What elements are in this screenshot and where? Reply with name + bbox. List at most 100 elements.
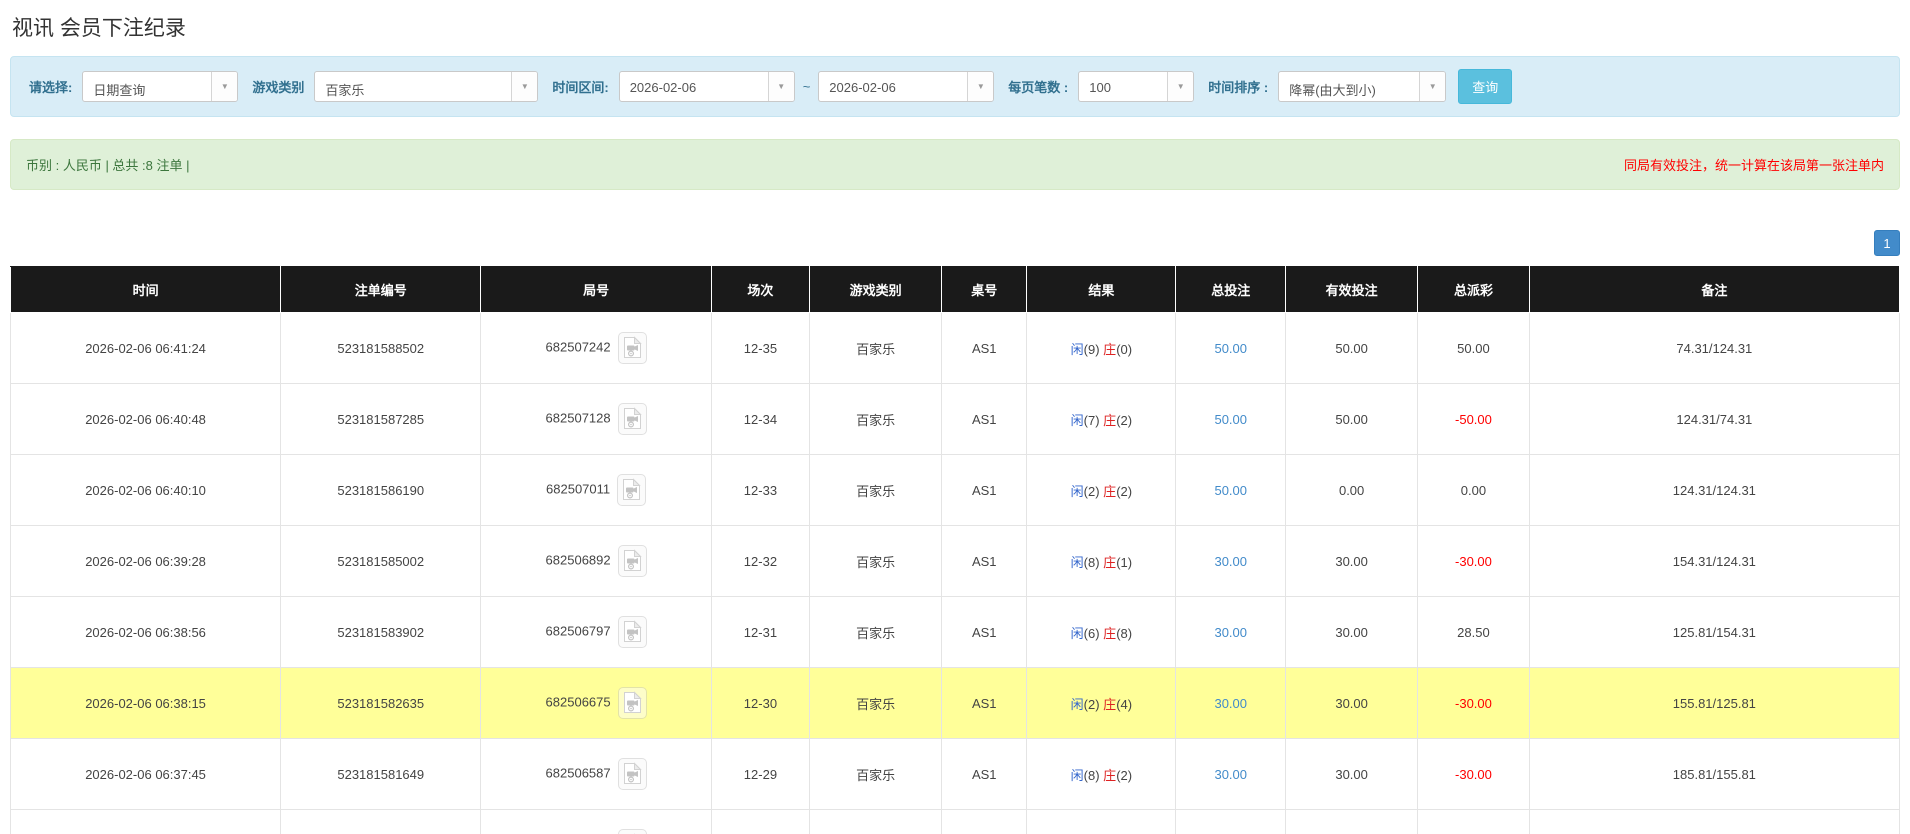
video-replay-icon [623, 620, 642, 642]
banker-result-value: (0) [1116, 341, 1133, 357]
cell-valid-bet: 30.00 [1285, 738, 1419, 810]
cell-table-no: AS1 [941, 809, 1028, 834]
filter-bar: 请选择: 日期查询 ▼ 游戏类别 百家乐 ▼ 时间区间: 2026-02-06 … [10, 56, 1900, 117]
select-type-label: 请选择: [29, 80, 73, 95]
cell-payout: 28.50 [1417, 596, 1530, 668]
video-replay-button[interactable] [617, 687, 647, 719]
game-type-select[interactable]: 百家乐 ▼ [314, 71, 539, 102]
cell-remark: 124.31/124.31 [1528, 454, 1901, 526]
column-header: 游戏类别 [809, 266, 943, 313]
cell-remark: 124.31/74.31 [1528, 383, 1901, 455]
cell-valid-bet: 30.00 [1285, 667, 1419, 739]
total-bet-link[interactable]: 50.00 [1214, 483, 1247, 498]
banker-result-label: 庄 [1103, 625, 1117, 641]
table-body: 2026-02-06 06:41:24 523181588502 682507242… [9, 312, 1901, 834]
cell-remark: 155.81/125.81 [1528, 667, 1901, 739]
cell-result: 闲(8) 庄(1) [1026, 525, 1177, 597]
per-page-value: 100 [1089, 80, 1111, 95]
video-replay-button[interactable] [617, 545, 647, 577]
total-bet-link[interactable]: 30.00 [1214, 625, 1247, 640]
total-bet-link[interactable]: 50.00 [1214, 412, 1247, 427]
banker-result-label: 庄 [1103, 483, 1117, 499]
round-number: 682507242 [545, 339, 611, 355]
cell-valid-bet: 20.00 [1285, 809, 1419, 834]
column-header: 总派彩 [1417, 266, 1530, 313]
date-to-value: 2026-02-06 [829, 80, 896, 95]
cell-round: 682506892 [480, 525, 712, 597]
cell-result: 闲(2) 庄(2) [1026, 454, 1177, 526]
cell-time: 2026-02-06 06:37:07 [9, 809, 282, 834]
video-replay-icon [623, 762, 642, 784]
total-bet-link[interactable]: 30.00 [1214, 767, 1247, 782]
table-row: 2026-02-06 06:38:15 523181582635 682506675… [9, 667, 1901, 739]
range-separator: ~ [802, 79, 811, 94]
total-bet-link[interactable]: 50.00 [1214, 341, 1247, 356]
table-row: 2026-02-06 06:37:07523181580432682506479… [9, 809, 1901, 834]
table-header-row: 时间 注单编号 局号 场次 游戏类别 桌号 结果 总投注 有效投注 总派彩 备注 [9, 266, 1901, 313]
cell-session: 12-34 [710, 383, 811, 455]
column-header: 有效投注 [1285, 266, 1419, 313]
video-replay-icon [623, 336, 642, 358]
total-bet-link[interactable]: 30.00 [1214, 554, 1247, 569]
sort-select[interactable]: 降幂(由大到小) ▼ [1278, 71, 1447, 102]
player-result-value: (9) [1083, 341, 1100, 357]
date-from-select[interactable]: 2026-02-06 ▼ [618, 71, 795, 102]
video-replay-button[interactable] [617, 474, 647, 506]
video-replay-button[interactable] [617, 829, 647, 834]
cell-payout: -50.00 [1417, 383, 1530, 455]
cell-total-bet: 50.00 [1175, 383, 1287, 455]
player-result-label: 闲 [1070, 341, 1084, 357]
query-type-select[interactable]: 日期查询 ▼ [82, 71, 239, 102]
banker-result-label: 庄 [1103, 767, 1117, 783]
column-header: 局号 [480, 266, 712, 313]
cell-total-bet: 30.00 [1175, 667, 1287, 739]
chevron-down-icon[interactable]: ▼ [511, 72, 538, 101]
sort-value: 降幂(由大到小) [1289, 83, 1376, 98]
cell-round: 682507242 [480, 312, 712, 384]
cell-total-bet: 50.00 [1175, 454, 1287, 526]
cell-payout: -20.00 [1417, 809, 1530, 834]
banker-result-value: (2) [1116, 483, 1133, 499]
page-1-button[interactable]: 1 [1874, 230, 1900, 256]
page-title: 视讯 会员下注纪录 [12, 17, 186, 40]
cell-table-no: AS1 [941, 454, 1028, 526]
player-result-value: (8) [1083, 554, 1100, 570]
cell-total-bet: 20.00 [1175, 809, 1287, 834]
video-replay-button[interactable] [617, 758, 647, 790]
chevron-down-icon[interactable]: ▼ [1167, 72, 1194, 101]
chevron-down-icon[interactable]: ▼ [767, 72, 794, 101]
cell-table-no: AS1 [941, 667, 1028, 739]
video-replay-button[interactable] [617, 616, 647, 648]
player-result-label: 闲 [1070, 412, 1084, 428]
player-result-label: 闲 [1070, 767, 1084, 783]
cell-game-type: 百家乐 [809, 667, 943, 739]
cell-bet-id: 523181583902 [280, 596, 482, 668]
cell-bet-id: 523181586190 [280, 454, 482, 526]
cell-bet-id: 523181587285 [280, 383, 482, 455]
chevron-down-icon[interactable]: ▼ [211, 72, 238, 101]
cell-result: 闲(9) 庄(0) [1026, 312, 1177, 384]
date-to-select[interactable]: 2026-02-06 ▼ [818, 71, 995, 102]
currency-total-text: 币别 : 人民币 | 总共 :8 注单 | [26, 158, 190, 173]
per-page-select[interactable]: 100 ▼ [1078, 71, 1195, 102]
round-number: 682506675 [545, 694, 611, 710]
video-replay-button[interactable] [617, 403, 647, 435]
cell-total-bet: 30.00 [1175, 525, 1287, 597]
game-type-label: 游戏类别 [252, 80, 305, 95]
cell-time: 2026-02-06 06:38:56 [9, 596, 282, 668]
video-replay-button[interactable] [617, 332, 647, 364]
query-button[interactable]: 查询 [1458, 69, 1513, 104]
table-row: 2026-02-06 06:38:56 523181583902 682506797… [9, 596, 1901, 668]
banker-result-value: (8) [1116, 625, 1133, 641]
cell-time: 2026-02-06 06:40:10 [9, 454, 282, 526]
chevron-down-icon[interactable]: ▼ [967, 72, 994, 101]
cell-bet-id: 523181582635 [280, 667, 482, 739]
column-header: 备注 [1528, 266, 1901, 313]
chevron-down-icon[interactable]: ▼ [1419, 72, 1446, 101]
date-from-value: 2026-02-06 [629, 80, 697, 95]
cell-round: 682507011 [480, 454, 712, 526]
total-bet-link[interactable]: 30.00 [1214, 696, 1247, 711]
cell-remark: 154.31/124.31 [1528, 525, 1901, 597]
round-number: 682507128 [545, 410, 611, 426]
cell-session: 12-32 [710, 525, 811, 597]
